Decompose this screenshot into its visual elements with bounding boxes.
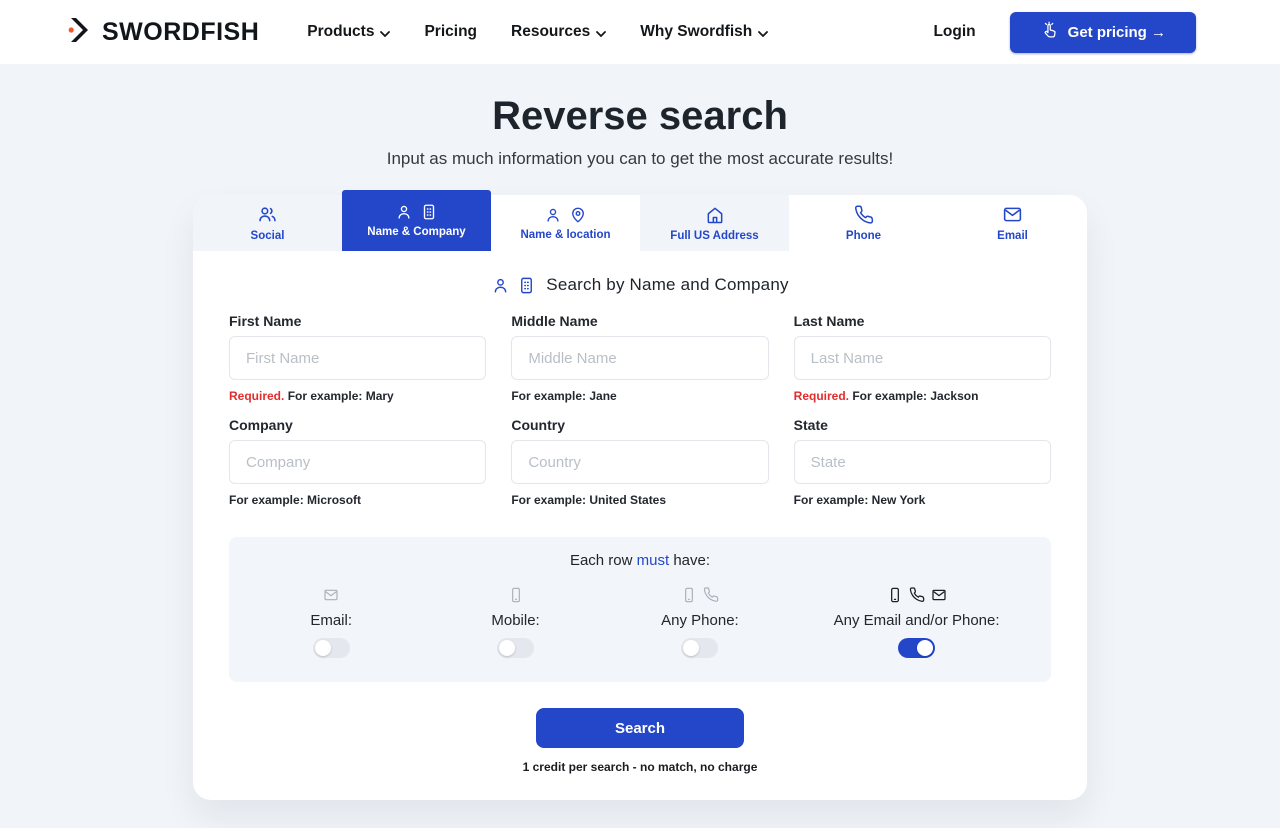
- get-pricing-label: Get pricing →: [1068, 24, 1166, 41]
- section-header: Search by Name and Company: [193, 275, 1087, 295]
- row-requirements-panel: Each row must have: Email: Mobile:: [229, 537, 1051, 682]
- first-name-input[interactable]: [229, 336, 486, 380]
- chevron-down-icon: [380, 24, 390, 42]
- field-helper: For example: Jane: [511, 389, 768, 403]
- envelope-icon: [1002, 204, 1023, 225]
- middle-name-input[interactable]: [511, 336, 768, 380]
- field-helper: Required. For example: Mary: [229, 389, 486, 403]
- state-field: State For example: New York: [794, 417, 1051, 507]
- state-input[interactable]: [794, 440, 1051, 484]
- option-any-email-phone: Any Email and/or Phone:: [792, 587, 1041, 658]
- option-label: Mobile:: [491, 612, 539, 629]
- page-subtitle: Input as much information you can to get…: [0, 149, 1280, 169]
- nav-item-products[interactable]: Products: [307, 22, 390, 42]
- page-title: Reverse search: [0, 94, 1280, 139]
- field-helper: For example: United States: [511, 493, 768, 507]
- email-toggle[interactable]: [313, 638, 350, 658]
- get-pricing-button[interactable]: Get pricing →: [1010, 12, 1196, 53]
- required-flag: Required.: [794, 389, 849, 403]
- tab-label: Full US Address: [670, 230, 758, 242]
- tab-label: Email: [997, 230, 1028, 242]
- logo-wordmark: SWORDFISH: [102, 18, 259, 47]
- any-email-phone-toggle[interactable]: [898, 638, 935, 658]
- person-building-icon: [491, 276, 536, 295]
- field-label: Company: [229, 417, 486, 433]
- toggle-knob: [315, 640, 331, 656]
- nav-item-pricing[interactable]: Pricing: [424, 23, 477, 41]
- header-right: Login Get pricing →: [933, 12, 1196, 53]
- requirement-options: Email: Mobile: Any Phone:: [239, 587, 1041, 658]
- swordfish-logo[interactable]: SWORDFISH: [68, 17, 259, 48]
- tab-full-us-address[interactable]: Full US Address: [640, 195, 789, 251]
- mobile-icon: [508, 587, 524, 603]
- option-email: Email:: [239, 587, 423, 658]
- tab-label: Name & Company: [367, 226, 465, 238]
- mobile-phone-envelope-icons: [887, 587, 947, 603]
- chevron-down-icon: [596, 24, 606, 42]
- first-name-field: First Name Required. For example: Mary: [229, 313, 486, 403]
- toggle-knob: [917, 640, 933, 656]
- tab-email[interactable]: Email: [938, 195, 1087, 251]
- person-pin-icon: [544, 206, 587, 224]
- credit-note: 1 credit per search - no match, no charg…: [193, 760, 1087, 774]
- required-flag: Required.: [229, 389, 284, 403]
- option-label: Any Email and/or Phone:: [834, 612, 1000, 629]
- mobile-phone-icons: [681, 587, 719, 603]
- country-field: Country For example: United States: [511, 417, 768, 507]
- field-label: Country: [511, 417, 768, 433]
- option-mobile: Mobile:: [423, 587, 607, 658]
- field-helper: Required. For example: Jackson: [794, 389, 1051, 403]
- chevron-down-icon: [758, 24, 768, 42]
- toggle-knob: [683, 640, 699, 656]
- panel-title: Each row must have:: [239, 552, 1041, 569]
- tab-name-company[interactable]: Name & Company: [342, 190, 491, 251]
- tab-name-location[interactable]: Name & location: [491, 195, 640, 251]
- any-phone-toggle[interactable]: [681, 638, 718, 658]
- last-name-input[interactable]: [794, 336, 1051, 380]
- tab-phone[interactable]: Phone: [789, 195, 938, 251]
- search-button[interactable]: Search: [536, 708, 744, 748]
- country-input[interactable]: [511, 440, 768, 484]
- search-form: First Name Required. For example: Mary M…: [193, 295, 1087, 507]
- users-icon: [257, 204, 278, 225]
- phone-icon: [854, 205, 874, 225]
- search-type-tabs: Social Name & Company: [193, 195, 1087, 251]
- click-hand-icon: [1040, 21, 1059, 44]
- middle-name-field: Middle Name For example: Jane: [511, 313, 768, 403]
- home-icon: [705, 205, 725, 225]
- person-building-icon: [395, 203, 438, 221]
- option-label: Any Phone:: [661, 612, 739, 629]
- reverse-search-card: Social Name & Company: [193, 195, 1087, 800]
- field-label: Last Name: [794, 313, 1051, 329]
- tab-label: Phone: [846, 230, 881, 242]
- section-title: Search by Name and Company: [546, 275, 788, 295]
- field-label: Middle Name: [511, 313, 768, 329]
- last-name-field: Last Name Required. For example: Jackson: [794, 313, 1051, 403]
- search-actions: Search 1 credit per search - no match, n…: [193, 682, 1087, 800]
- field-label: First Name: [229, 313, 486, 329]
- company-field: Company For example: Microsoft: [229, 417, 486, 507]
- envelope-icon: [323, 587, 339, 603]
- field-helper: For example: New York: [794, 493, 1051, 507]
- field-helper: For example: Microsoft: [229, 493, 486, 507]
- main-nav: Products Pricing Resources Why Swordfish: [307, 22, 768, 42]
- field-label: State: [794, 417, 1051, 433]
- company-input[interactable]: [229, 440, 486, 484]
- login-link[interactable]: Login: [933, 23, 975, 41]
- option-any-phone: Any Phone:: [608, 587, 792, 658]
- tab-label: Name & location: [520, 229, 610, 241]
- nav-item-why-swordfish[interactable]: Why Swordfish: [640, 22, 768, 42]
- top-nav-bar: SWORDFISH Products Pricing Resources Why…: [0, 0, 1280, 64]
- hero-section: Reverse search Input as much information…: [0, 64, 1280, 169]
- tab-social[interactable]: Social: [193, 195, 342, 251]
- swordfish-logo-icon: [68, 17, 94, 48]
- tab-label: Social: [251, 230, 285, 242]
- toggle-knob: [499, 640, 515, 656]
- nav-item-resources[interactable]: Resources: [511, 22, 606, 42]
- mobile-toggle[interactable]: [497, 638, 534, 658]
- option-label: Email:: [310, 612, 352, 629]
- must-emphasis: must: [637, 552, 670, 569]
